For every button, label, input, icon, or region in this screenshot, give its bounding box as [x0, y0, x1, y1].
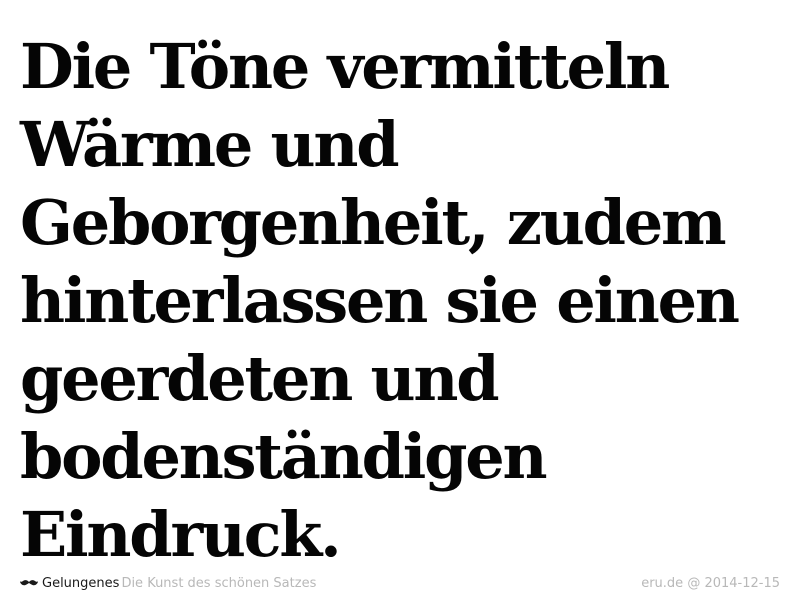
headline-line: geerdeten und: [20, 342, 500, 415]
headline-line: Geborgenheit, zudem: [20, 186, 727, 259]
headline-line: bodenständigen: [20, 420, 548, 493]
headline-line: hinterlassen sie einen: [20, 264, 740, 337]
mustache-icon: [20, 579, 38, 585]
headline-quote: Die Töne vermitteln Wärme und Geborgenhe…: [20, 28, 790, 574]
tagline: Die Kunst des schönen Satzes: [121, 576, 317, 591]
headline-line: Die Töne vermitteln: [20, 30, 670, 103]
headline-line: Wärme und: [20, 108, 400, 181]
footer: Gelungenes Die Kunst des schönen Satzes e…: [20, 574, 780, 594]
credit-date: eru.de @ 2014-12-15: [641, 576, 780, 591]
headline-line: Eindruck.: [20, 498, 342, 571]
footer-branding: Gelungenes Die Kunst des schönen Satzes: [20, 574, 316, 594]
slide: Die Töne vermitteln Wärme und Geborgenhe…: [0, 0, 800, 600]
brand-name: Gelungenes: [42, 576, 120, 591]
